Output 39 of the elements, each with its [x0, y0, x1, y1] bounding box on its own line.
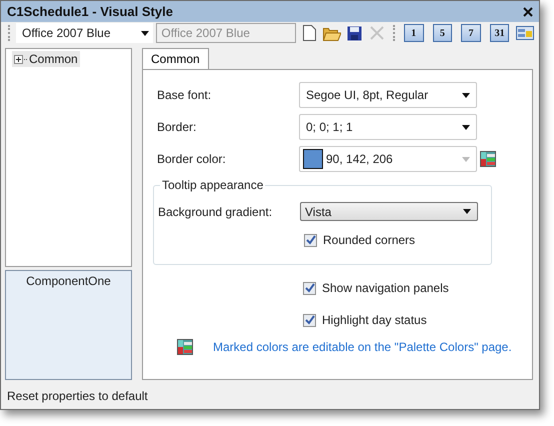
calendar-view-button[interactable]: 31	[490, 24, 510, 42]
calendar-view-button[interactable]: 5	[432, 24, 452, 42]
calendar-view-button[interactable]: 1	[404, 24, 424, 42]
checkbox[interactable]	[303, 282, 316, 294]
palette-icon	[177, 339, 193, 355]
checkbox[interactable]	[304, 234, 317, 246]
new-document-icon	[302, 25, 316, 41]
group-title: Tooltip appearance	[161, 178, 264, 192]
checkbox-label: Rounded corners	[323, 233, 416, 247]
caret-icon	[462, 156, 470, 162]
window-title: C1Schedule1 - Visual Style	[7, 4, 173, 19]
caret-icon	[462, 124, 470, 130]
dropdown[interactable]: 0; 0; 1; 1	[299, 114, 477, 140]
tab[interactable]: Common	[142, 48, 209, 69]
checkbox-label: Highlight day status	[322, 313, 427, 327]
folder-icon	[322, 26, 341, 40]
field-label: Background gradient:	[158, 204, 274, 218]
palette-icon	[480, 151, 496, 167]
caret-icon	[463, 209, 471, 214]
delete-icon	[370, 26, 384, 40]
preview-label: ComponentOne	[26, 274, 111, 288]
calendar-view-button[interactable]: 7	[461, 24, 481, 42]
palette-button[interactable]	[515, 23, 536, 43]
dropdown[interactable]: Segoe UI, 8pt, Regular	[299, 82, 477, 108]
expand-icon[interactable]	[14, 54, 27, 64]
field-label: Border color:	[157, 152, 227, 166]
tree-item[interactable]: Common	[12, 51, 80, 67]
checkbox[interactable]	[303, 314, 316, 326]
color-dropdown[interactable]: 90, 142, 206	[299, 146, 477, 172]
status-text: Reset properties to default	[6, 388, 149, 405]
field-label: Border:	[157, 120, 198, 134]
style-dropdown[interactable]: Office 2007 Blue	[16, 23, 154, 43]
palette-note: Marked colors are editable on the "Palette Colors" page.	[213, 340, 512, 354]
caret-icon	[141, 30, 150, 36]
close-icon[interactable]	[523, 6, 533, 16]
checkbox-label: Show navigation panels	[322, 281, 449, 295]
field-label: Base font:	[157, 88, 212, 102]
gradient-dropdown[interactable]: Vista	[300, 202, 478, 221]
caret-icon	[462, 92, 470, 98]
